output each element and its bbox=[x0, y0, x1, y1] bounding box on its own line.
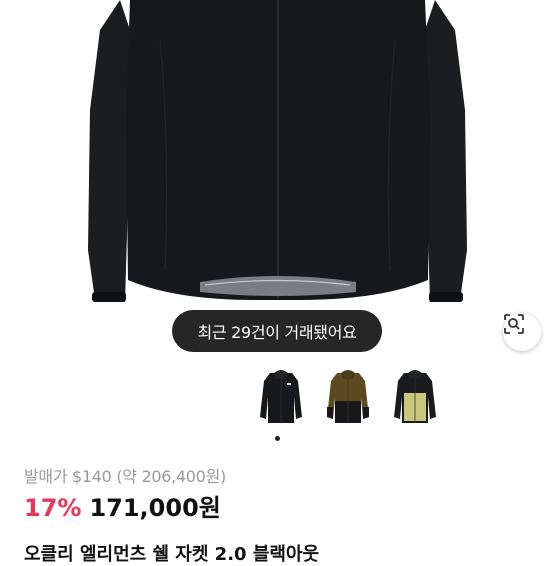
product-image[interactable]: 최근 29건이 거래됐어요 bbox=[0, 0, 555, 365]
price-row: 17% 171,000원 bbox=[24, 488, 221, 523]
retail-price: 발매가 $140 (약 206,400원) bbox=[24, 467, 226, 486]
variant-thumb-khaki-black[interactable] bbox=[317, 367, 379, 429]
recent-trades-badge: 최근 29건이 거래됐어요 bbox=[172, 310, 382, 352]
variant-thumb-lime-black[interactable] bbox=[384, 367, 446, 429]
carousel-indicator bbox=[275, 436, 280, 441]
sale-price: 171,000원 bbox=[89, 494, 221, 522]
discount-rate: 17% bbox=[24, 494, 82, 522]
image-search-button[interactable] bbox=[503, 313, 541, 351]
variant-thumbnails bbox=[250, 367, 450, 437]
product-title: 오클리 엘리먼츠 쉘 자켓 2.0 블랙아웃 bbox=[24, 544, 320, 565]
variant-thumb-black[interactable] bbox=[250, 367, 312, 429]
recent-trades-text: 최근 29건이 거래됐어요 bbox=[197, 323, 357, 342]
